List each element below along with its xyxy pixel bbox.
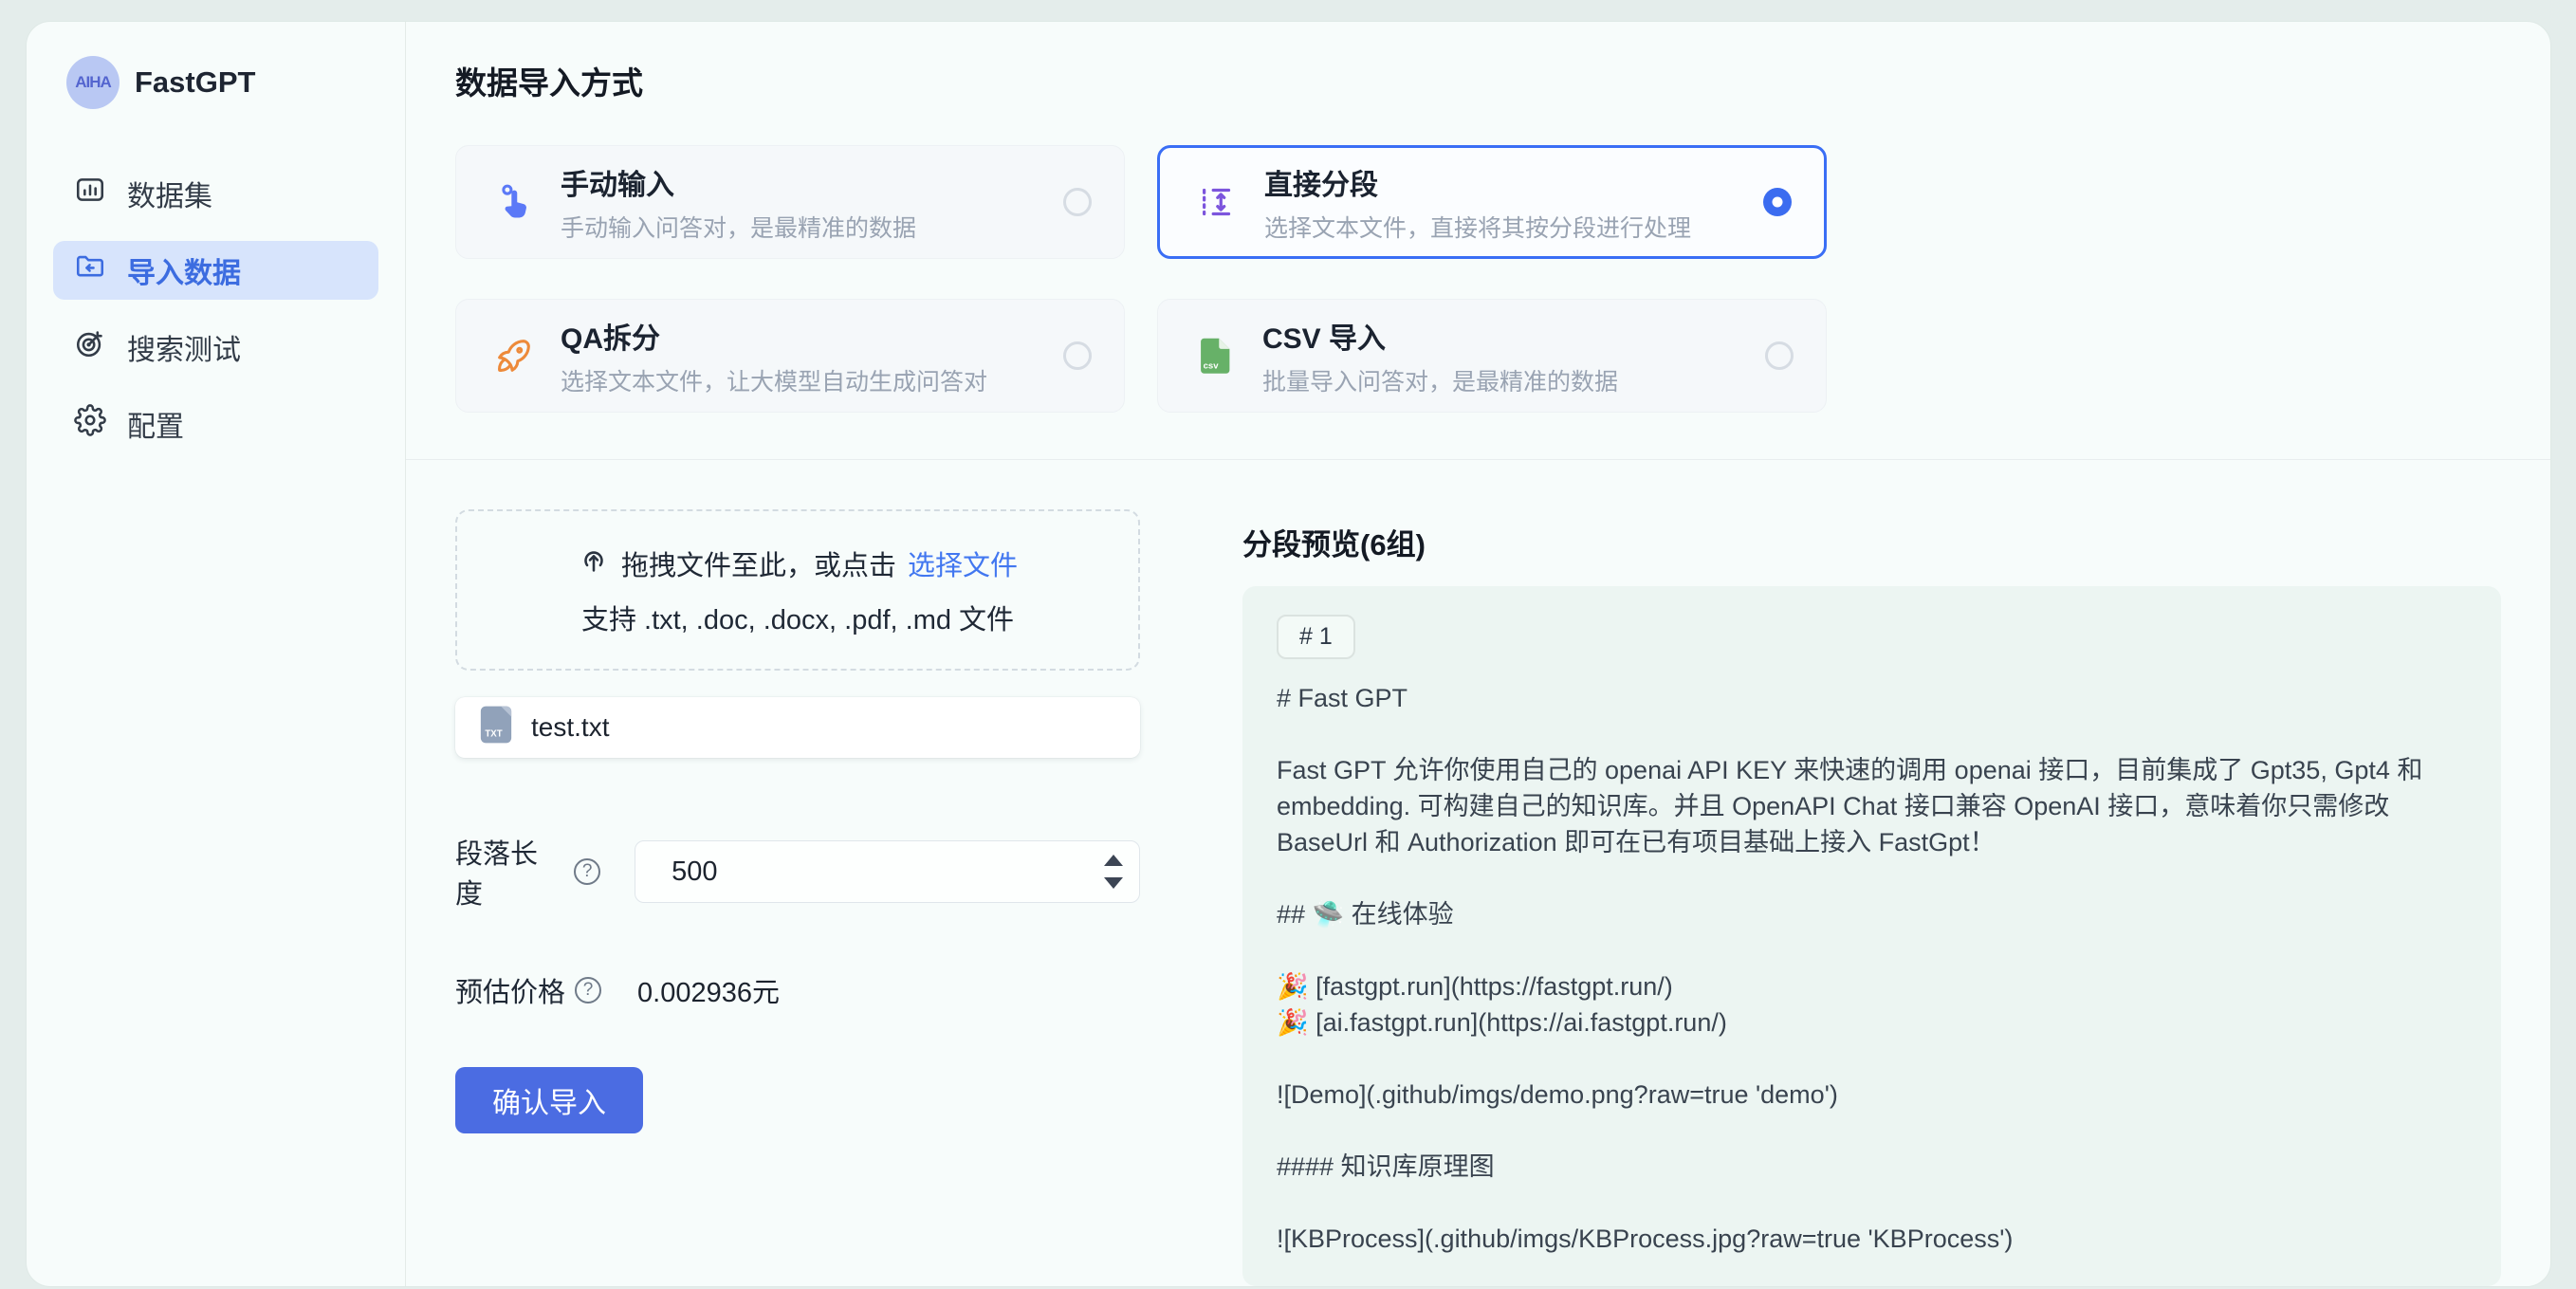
sidebar-item-label: 搜索测试 [127,326,241,368]
csv-file-icon: csv [1194,334,1238,377]
method-title: QA拆分 [561,315,987,357]
method-radio[interactable] [1765,341,1794,370]
import-method-section: 数据导入方式 手动输入 手动输入问答对，是最精准的数据 [406,22,2550,459]
import-data-icon [74,250,106,290]
method-desc: 批量导入问答对，是最精准的数据 [1262,363,1618,397]
fastgpt-logo-icon: AIHA [66,56,120,109]
search-test-icon [74,327,106,367]
sidebar-menu: 数据集 导入数据 [53,164,378,453]
sidebar-item-search-test[interactable]: 搜索测试 [53,318,378,377]
method-card-csv-import[interactable]: csv CSV 导入 批量导入问答对，是最精准的数据 [1157,299,1827,413]
upload-column: 拖拽文件至此，或点击 选择文件 支持 .txt, .doc, .docx, .p… [455,509,1140,1286]
main-area: 数据导入方式 手动输入 手动输入问答对，是最精准的数据 [406,22,2550,1286]
uploaded-file-item[interactable]: TXT test.txt [455,697,1140,758]
sidebar-item-label: 配置 [127,403,184,445]
choose-file-link[interactable]: 选择文件 [908,543,1018,583]
chunk-content-text: # Fast GPT Fast GPT 允许你使用自己的 openai API … [1277,680,2467,1286]
upload-cloud-icon [578,543,610,583]
file-name: test.txt [531,712,609,743]
method-title: CSV 导入 [1262,315,1618,357]
stepper-down-icon[interactable] [1104,877,1123,889]
chunk-length-row: 段落长度 ? [455,832,1140,912]
confirm-import-button[interactable]: 确认导入 [455,1067,643,1133]
chunk-index-badge: # 1 [1277,615,1355,659]
chunk-length-help-icon[interactable]: ? [574,858,600,885]
method-title: 手动输入 [561,161,916,203]
dropzone-text: 拖拽文件至此，或点击 [621,543,896,583]
method-title: 直接分段 [1264,161,1691,203]
method-card-manual-input[interactable]: 手动输入 手动输入问答对，是最精准的数据 [455,145,1125,259]
chunk-length-input[interactable] [635,840,1140,903]
chunk-length-label: 段落长度 [455,832,564,912]
method-radio[interactable] [1063,188,1092,216]
estimated-price-label: 预估价格 [455,970,565,1010]
method-desc: 选择文本文件，直接将其按分段进行处理 [1264,210,1691,244]
page-title: 数据导入方式 [455,58,2501,103]
method-card-qa-split[interactable]: QA拆分 选择文本文件，让大模型自动生成问答对 [455,299,1125,413]
brand: AIHA FastGPT [66,56,378,109]
estimated-price-help-icon[interactable]: ? [575,977,601,1004]
text-segment-icon [1196,180,1240,224]
method-card-direct-segment[interactable]: 直接分段 选择文本文件，直接将其按分段进行处理 [1157,145,1827,259]
app-panel: AIHA FastGPT 数据集 [26,21,2551,1287]
import-method-cards: 手动输入 手动输入问答对，是最精准的数据 [455,145,2501,413]
segment-preview-panel[interactable]: # 1 # Fast GPT Fast GPT 允许你使用自己的 openai … [1242,586,2501,1286]
estimated-price-value: 0.002936元 [637,970,780,1010]
txt-file-icon: TXT [480,706,512,750]
svg-text:TXT: TXT [485,728,502,739]
hand-click-icon [492,180,536,224]
settings-icon [74,404,106,444]
sidebar-item-dataset[interactable]: 数据集 [53,164,378,223]
method-radio[interactable] [1063,341,1092,370]
method-desc: 手动输入问答对，是最精准的数据 [561,210,916,244]
dataset-icon [74,174,106,213]
file-dropzone[interactable]: 拖拽文件至此，或点击 选择文件 支持 .txt, .doc, .docx, .p… [455,509,1140,671]
method-radio-selected[interactable] [1763,188,1792,216]
brand-name: FastGPT [135,65,255,100]
sidebar-item-label: 导入数据 [127,249,241,291]
sidebar-item-settings[interactable]: 配置 [53,395,378,453]
import-workspace: 拖拽文件至此，或点击 选择文件 支持 .txt, .doc, .docx, .p… [406,460,2550,1286]
rocket-icon [492,334,536,377]
svg-text:csv: csv [1204,360,1220,371]
segment-preview-title: 分段预览(6组) [1242,521,2501,563]
method-desc: 选择文本文件，让大模型自动生成问答对 [561,363,987,397]
dropzone-support-text: 支持 .txt, .doc, .docx, .pdf, .md 文件 [581,598,1014,637]
sidebar-item-import-data[interactable]: 导入数据 [53,241,378,300]
sidebar: AIHA FastGPT 数据集 [27,22,406,1286]
preview-column: 分段预览(6组) # 1 # Fast GPT Fast GPT 允许你使用自己… [1242,509,2501,1286]
stepper-up-icon[interactable] [1104,855,1123,866]
sidebar-item-label: 数据集 [127,173,212,214]
estimated-price-row: 预估价格 ? 0.002936元 [455,970,1140,1010]
